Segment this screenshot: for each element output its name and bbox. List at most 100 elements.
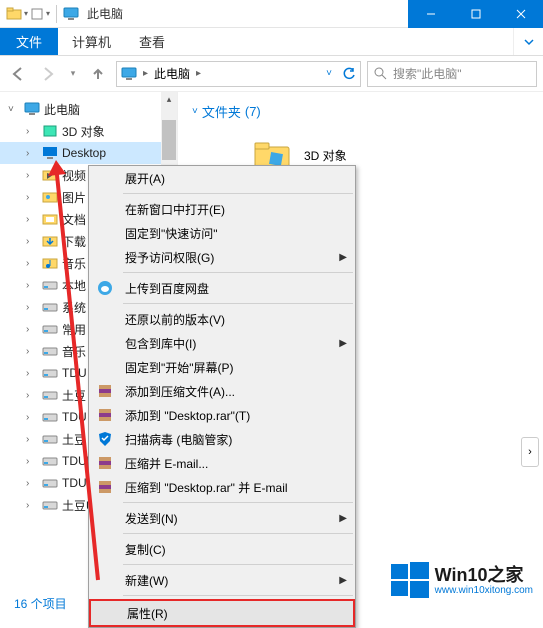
close-button[interactable]: [498, 0, 543, 28]
menu-item-label: 固定到"快速访问": [125, 225, 218, 242]
menu-item[interactable]: 在新窗口中打开(E): [89, 197, 355, 221]
menu-item-label: 属性(R): [127, 605, 168, 622]
chevron-right-icon[interactable]: ›: [26, 170, 38, 181]
rar-icon: [97, 455, 113, 471]
computer-icon: [121, 66, 137, 82]
submenu-arrow-icon: ▶: [339, 252, 347, 263]
chevron-right-icon[interactable]: ▸: [196, 68, 201, 79]
desktop-icon: [42, 145, 58, 161]
submenu-arrow-icon: ▶: [339, 338, 347, 349]
tree-item-label: TDU: [62, 366, 87, 380]
menu-item-label: 在新窗口中打开(E): [125, 201, 225, 218]
overflow-chevron[interactable]: ›: [521, 437, 539, 467]
menu-item[interactable]: 添加到 "Desktop.rar"(T): [89, 403, 355, 427]
tab-view[interactable]: 查看: [125, 28, 179, 55]
refresh-button[interactable]: [342, 67, 356, 81]
chevron-right-icon[interactable]: ›: [26, 324, 38, 335]
tree-item-label: 常用: [62, 321, 86, 338]
qat-dropdown-icon[interactable]: ▾: [46, 9, 50, 18]
menu-item-label: 新建(W): [125, 572, 168, 589]
menu-item[interactable]: 扫描病毒 (电脑管家): [89, 427, 355, 451]
menu-item[interactable]: 复制(C): [89, 537, 355, 561]
menu-item[interactable]: 展开(A): [89, 166, 355, 190]
chevron-right-icon[interactable]: ▸: [143, 68, 148, 79]
menu-item[interactable]: 压缩并 E-mail...: [89, 451, 355, 475]
shield-icon: [97, 431, 113, 447]
drive-icon: [42, 409, 58, 425]
minimize-button[interactable]: [408, 0, 453, 28]
tab-computer[interactable]: 计算机: [58, 28, 125, 55]
forward-button[interactable]: [36, 62, 60, 86]
menu-item[interactable]: 包含到库中(I)▶: [89, 331, 355, 355]
menu-item[interactable]: 压缩到 "Desktop.rar" 并 E-mail: [89, 475, 355, 499]
context-menu: 展开(A) 在新窗口中打开(E) 固定到"快速访问" 授予访问权限(G)▶ 上传到百度网…: [88, 165, 356, 628]
drive-icon: [42, 431, 58, 447]
chevron-down-icon[interactable]: ˅: [192, 106, 198, 117]
menu-divider: [123, 564, 353, 565]
tree-root[interactable]: ˅ 此电脑: [0, 98, 177, 120]
ribbon-expand-button[interactable]: [513, 28, 543, 55]
computer-icon: [24, 101, 40, 117]
tree-item-label: Desktop: [62, 146, 106, 160]
address-dropdown-icon[interactable]: ˅: [326, 68, 332, 79]
scroll-up-icon[interactable]: ▴: [161, 92, 177, 106]
recent-dropdown-icon[interactable]: ▾: [66, 62, 80, 86]
menu-item[interactable]: 新建(W)▶: [89, 568, 355, 592]
file-tab[interactable]: 文件: [0, 28, 58, 55]
drive-icon: [42, 299, 58, 315]
menu-item[interactable]: 固定到"开始"屏幕(P): [89, 355, 355, 379]
rar-icon: [97, 479, 113, 495]
chevron-right-icon[interactable]: ›: [26, 412, 38, 423]
chevron-right-icon[interactable]: ›: [26, 390, 38, 401]
chevron-right-icon[interactable]: ›: [26, 236, 38, 247]
chevron-right-icon[interactable]: ›: [26, 192, 38, 203]
menu-item-label: 压缩并 E-mail...: [125, 455, 208, 472]
menu-item[interactable]: 添加到压缩文件(A)...: [89, 379, 355, 403]
music-icon: [42, 255, 58, 271]
window-title: 此电脑: [87, 5, 123, 22]
qat-dropdown-icon[interactable]: ▾: [24, 9, 28, 18]
chevron-right-icon[interactable]: ›: [26, 368, 38, 379]
tree-item[interactable]: › 3D 对象: [0, 120, 177, 142]
menu-item[interactable]: 还原以前的版本(V): [89, 307, 355, 331]
chevron-right-icon[interactable]: ›: [26, 500, 38, 511]
breadcrumb-location[interactable]: 此电脑: [154, 65, 190, 82]
drive-icon: [42, 475, 58, 491]
menu-item[interactable]: 授予访问权限(G)▶: [89, 245, 355, 269]
menu-divider: [123, 272, 353, 273]
chevron-right-icon[interactable]: ›: [26, 126, 38, 137]
drive-icon: [42, 365, 58, 381]
chevron-right-icon[interactable]: ›: [26, 148, 38, 159]
menu-item[interactable]: 属性(R): [89, 599, 355, 627]
window-controls: [408, 0, 543, 28]
tree-item-label: 图片: [62, 189, 86, 206]
chevron-right-icon[interactable]: ›: [26, 346, 38, 357]
menu-item[interactable]: 固定到"快速访问": [89, 221, 355, 245]
tree-item[interactable]: › Desktop: [0, 142, 177, 164]
chevron-down-icon[interactable]: ˅: [8, 104, 20, 115]
menu-item[interactable]: 上传到百度网盘: [89, 276, 355, 300]
tree-item-label: 本地: [62, 277, 86, 294]
chevron-right-icon[interactable]: ›: [26, 258, 38, 269]
address-bar[interactable]: ▸ 此电脑 ▸ ˅: [116, 61, 361, 87]
tree-item-label: TDU: [62, 410, 87, 424]
up-button[interactable]: [86, 62, 110, 86]
menu-item-label: 固定到"开始"屏幕(P): [125, 359, 234, 376]
section-header[interactable]: ˅ 文件夹 (7): [192, 102, 529, 121]
chevron-right-icon[interactable]: ›: [26, 302, 38, 313]
menu-item[interactable]: 发送到(N)▶: [89, 506, 355, 530]
cube-icon: [42, 123, 58, 139]
maximize-button[interactable]: [453, 0, 498, 28]
search-box[interactable]: 搜索"此电脑": [367, 61, 537, 87]
chevron-right-icon[interactable]: ›: [26, 280, 38, 291]
qat-item-icon[interactable]: [30, 7, 44, 21]
tree-item-label: 音乐: [62, 343, 86, 360]
chevron-right-icon[interactable]: ›: [26, 456, 38, 467]
chevron-right-icon[interactable]: ›: [26, 434, 38, 445]
back-button[interactable]: [6, 62, 30, 86]
tree-item-label: 3D 对象: [62, 123, 105, 140]
chevron-right-icon[interactable]: ›: [26, 214, 38, 225]
scroll-thumb[interactable]: [162, 120, 176, 160]
tree-item-label: 土豆: [62, 431, 86, 448]
chevron-right-icon[interactable]: ›: [26, 478, 38, 489]
